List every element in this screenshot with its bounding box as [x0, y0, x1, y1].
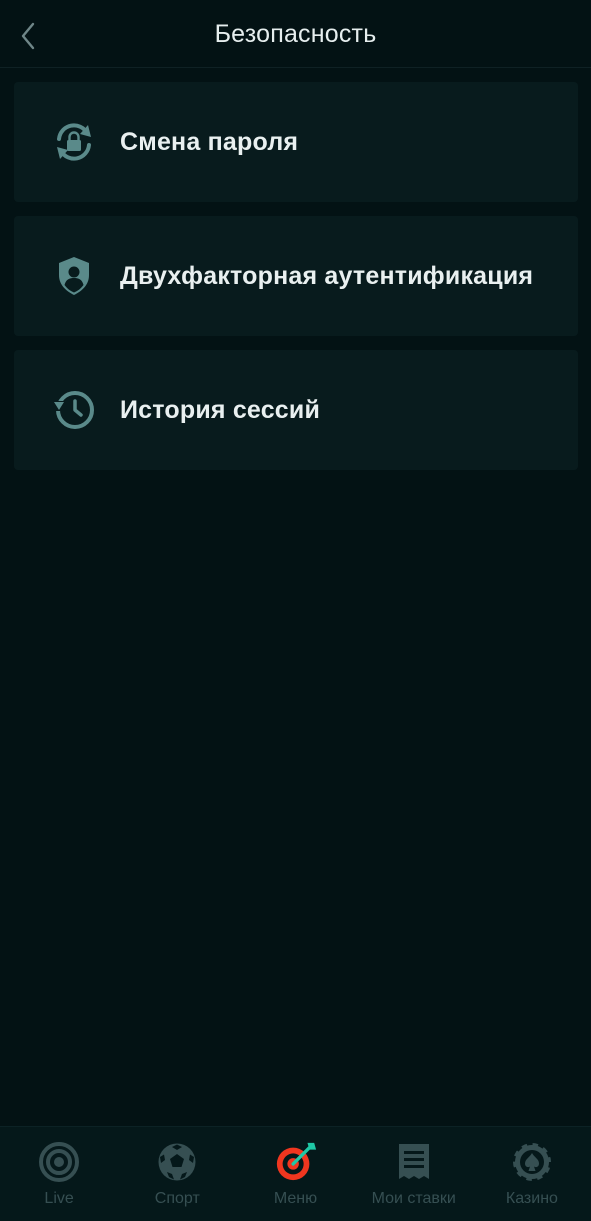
nav-live-label: Live	[44, 1190, 74, 1207]
receipt-icon	[392, 1140, 436, 1184]
shield-user-icon	[51, 253, 97, 299]
nav-casino[interactable]: Казино	[473, 1127, 591, 1221]
soccer-ball-icon	[155, 1140, 199, 1184]
security-menu: Смена пароля Двухфакторная аутентификаци…	[14, 82, 578, 484]
session-history-label: История сессий	[120, 395, 321, 424]
change-password-label: Смена пароля	[120, 127, 299, 156]
header: Безопасность	[0, 0, 591, 68]
bottom-navigation: Live Спорт Меню Мои ставки Казино	[0, 1126, 591, 1221]
dart-target-icon	[274, 1140, 318, 1184]
nav-my-bets[interactable]: Мои ставки	[355, 1127, 473, 1221]
nav-sport-label: Спорт	[154, 1190, 200, 1207]
nav-live[interactable]: Live	[0, 1127, 118, 1221]
page-title: Безопасность	[214, 20, 377, 48]
history-clock-icon	[51, 387, 97, 433]
two-factor-auth-label: Двухфакторная аутентификация	[120, 261, 534, 290]
nav-menu[interactable]: Меню	[236, 1127, 354, 1221]
casino-chip-icon	[510, 1140, 554, 1184]
two-factor-auth-item[interactable]: Двухфакторная аутентификация	[14, 216, 578, 336]
nav-sport[interactable]: Спорт	[118, 1127, 236, 1221]
nav-my-bets-label: Мои ставки	[371, 1190, 456, 1207]
lock-refresh-icon	[51, 119, 97, 165]
security-screen: Безопасность Смена пароля Двухфакторная …	[0, 0, 591, 1221]
nav-casino-label: Казино	[505, 1190, 558, 1207]
nav-menu-label: Меню	[273, 1190, 318, 1207]
change-password-item[interactable]: Смена пароля	[14, 82, 578, 202]
session-history-item[interactable]: История сессий	[14, 350, 578, 470]
live-target-icon	[37, 1140, 81, 1184]
